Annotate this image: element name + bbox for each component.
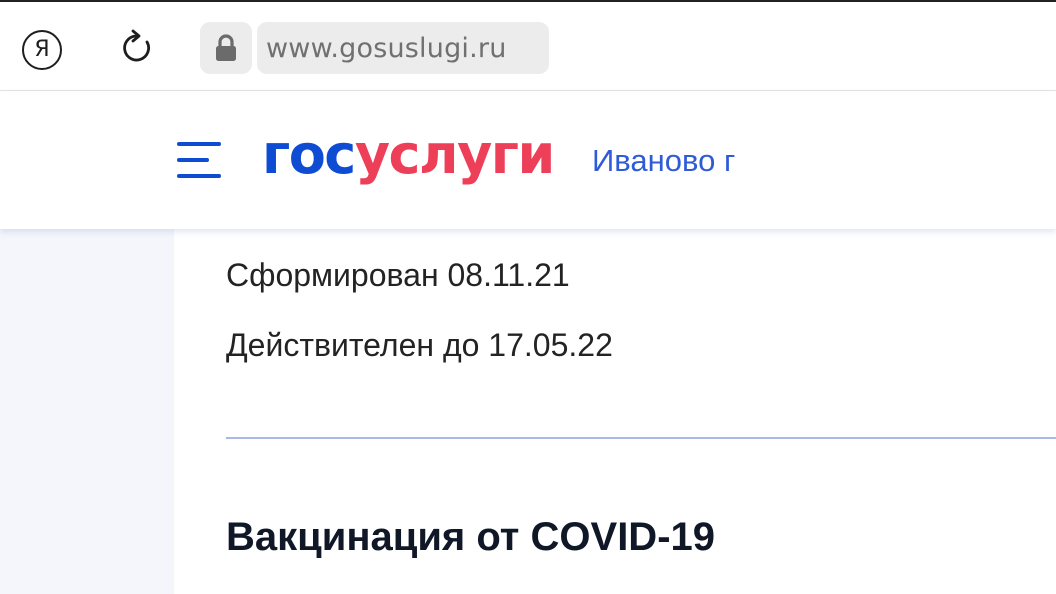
- main-content: Сформирован 08.11.21 Действителен до 17.…: [174, 229, 1056, 594]
- side-background: [0, 229, 174, 594]
- certificate-valid-until: Действителен до 17.05.22: [226, 327, 613, 363]
- browser-toolbar: Я www.gosuslugi.ru: [0, 0, 1056, 91]
- hamburger-menu-icon[interactable]: [177, 141, 223, 179]
- location-selector[interactable]: Иваново г: [592, 143, 735, 179]
- logo-part-uslugi: услуги: [354, 123, 556, 186]
- logo-part-gos: гос: [262, 123, 356, 186]
- section-divider: [226, 437, 1056, 439]
- site-header: госуслуги Иваново г: [0, 91, 1056, 229]
- reload-icon[interactable]: [118, 28, 158, 68]
- address-bar[interactable]: www.gosuslugi.ru: [257, 22, 549, 74]
- lock-icon[interactable]: [200, 22, 252, 74]
- vaccination-section-title: Вакцинация от COVID-19: [226, 515, 716, 559]
- gosuslugi-logo[interactable]: госуслуги: [262, 123, 556, 186]
- yandex-icon[interactable]: Я: [22, 30, 62, 70]
- certificate-formed-date: Сформирован 08.11.21: [226, 257, 570, 293]
